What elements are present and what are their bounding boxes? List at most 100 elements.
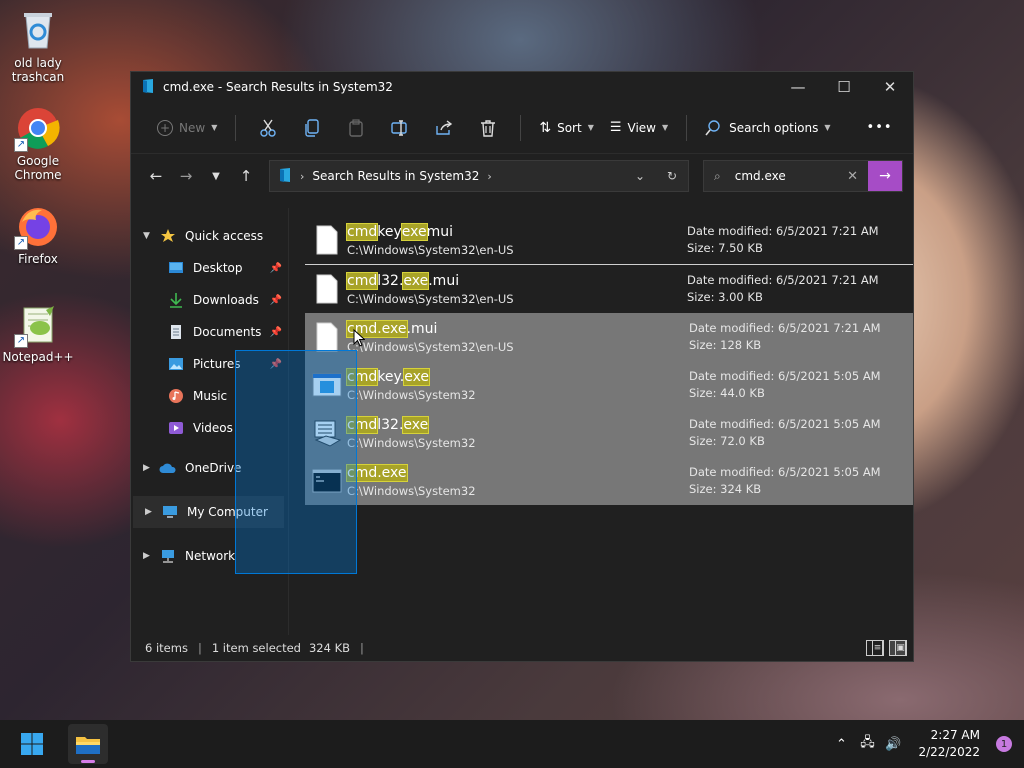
forward-button[interactable]: →: [171, 161, 201, 191]
file-path: C:\Windows\System32: [347, 435, 476, 450]
delete-button[interactable]: [472, 112, 504, 144]
network-status-icon[interactable]: 🖧: [854, 733, 880, 755]
file-size: 44.0 KB: [720, 386, 765, 400]
file-row[interactable]: cmdkeyexemui C:\Windows\System32\en-US D…: [305, 216, 911, 264]
pin-icon: 📌: [269, 326, 282, 338]
rename-button[interactable]: [384, 112, 416, 144]
search-input[interactable]: [734, 169, 835, 183]
desktop-folder-icon: [167, 260, 185, 276]
ellipsis-icon: •••: [866, 120, 893, 135]
file-row[interactable]: cmd.exe C:\Windows\System32 Date modifie…: [305, 457, 913, 505]
clipboard-icon: [349, 118, 364, 137]
nav-downloads[interactable]: Downloads 📌: [131, 284, 288, 316]
volume-icon[interactable]: 🔊: [880, 737, 906, 752]
details-view-button[interactable]: ≡: [866, 640, 884, 656]
nav-quick-access[interactable]: ▼ Quick access: [131, 220, 288, 252]
chrome-icon: ↗: [14, 106, 60, 152]
back-button[interactable]: ←: [141, 161, 171, 191]
paste-button[interactable]: [340, 112, 372, 144]
maximize-button[interactable]: ☐: [821, 72, 867, 102]
view-list-icon: ☰: [609, 120, 622, 135]
file-meta: Date modified: 6/5/2021 5:05 AM Size: 32…: [689, 465, 881, 496]
search-options-button[interactable]: Search options ▼: [697, 112, 838, 144]
nav-documents-label: Documents: [193, 325, 262, 339]
download-icon: [167, 292, 185, 308]
show-hidden-icons-button[interactable]: ⌃: [828, 737, 854, 752]
desktop-icon-notepad-plus-plus[interactable]: ↗ Notepad++: [0, 302, 76, 364]
pin-icon: 📌: [269, 262, 282, 274]
taskbar-file-explorer[interactable]: [68, 724, 108, 764]
plus-circle-icon: +: [157, 119, 173, 136]
cloud-icon: [159, 460, 177, 476]
arrow-right-icon: →: [879, 168, 891, 184]
new-button[interactable]: + New ▼: [149, 112, 225, 144]
recent-locations-button[interactable]: ▼: [201, 161, 231, 191]
details-view-icon: ≡: [872, 640, 883, 656]
share-button[interactable]: [428, 112, 460, 144]
view-button[interactable]: ☰ View ▼: [602, 112, 676, 144]
file-path: C:\Windows\System32\en-US: [347, 339, 514, 354]
toolbar-divider: [235, 114, 237, 141]
file-meta: Date modified: 6/5/2021 7:21 AM Size: 12…: [689, 321, 881, 352]
refresh-icon: ↻: [666, 169, 678, 183]
desktop-icon-chrome[interactable]: ↗ Google Chrome: [0, 106, 76, 182]
search-box[interactable]: ⌕ ✕ →: [703, 160, 903, 192]
file-path: C:\Windows\System32: [347, 387, 476, 402]
file-row[interactable]: cmdkey.exe C:\Windows\System32 Date modi…: [305, 361, 913, 409]
up-button[interactable]: ↑: [231, 161, 261, 191]
chevron-down-icon: ▼: [212, 170, 220, 182]
arrow-right-icon: →: [179, 167, 193, 185]
nav-network-label: Network: [185, 549, 236, 563]
network-icon: [159, 548, 177, 564]
address-bar[interactable]: › Search Results in System32 › ⌄ ↻: [269, 160, 689, 192]
notepad-plus-plus-icon: ↗: [14, 302, 60, 348]
file-row[interactable]: cmd.exe.mui C:\Windows\System32\en-US Da…: [305, 313, 913, 361]
system-tray: ⌃ 🖧 🔊 2:27 AM 2/22/2022 1: [828, 720, 1024, 768]
selection-marquee: [235, 350, 357, 574]
desktop-icon-recycle-bin[interactable]: old lady trashcan: [0, 8, 76, 84]
desktop-icon-firefox[interactable]: ↗ Firefox: [0, 204, 76, 266]
arrow-left-icon: ←: [149, 167, 163, 185]
file-meta: Date modified: 6/5/2021 7:21 AM Size: 7.…: [687, 224, 879, 255]
file-date-modified: 6/5/2021 5:05 AM: [778, 369, 881, 383]
arrow-up-icon: ↑: [239, 167, 253, 185]
nav-documents[interactable]: Documents 📌: [131, 316, 288, 348]
nav-music-label: Music: [193, 389, 228, 403]
active-app-indicator: [81, 760, 95, 763]
folder-blue-icon: [278, 167, 292, 186]
close-button[interactable]: ✕: [867, 72, 913, 102]
title-bar[interactable]: cmd.exe - Search Results in System32 — ☐…: [131, 72, 913, 102]
clear-search-button[interactable]: ✕: [847, 169, 858, 184]
nav-desktop[interactable]: Desktop 📌: [131, 252, 288, 284]
sort-button[interactable]: ⇅ Sort ▼: [531, 112, 602, 144]
minimize-button[interactable]: —: [775, 72, 821, 102]
more-options-button[interactable]: •••: [859, 112, 901, 144]
desktop-icon-label: Google: [16, 154, 60, 168]
shortcut-arrow-icon: ↗: [14, 138, 28, 152]
refresh-button[interactable]: ↻: [656, 169, 688, 183]
cut-button[interactable]: [252, 112, 284, 144]
generic-file-icon: [311, 271, 343, 307]
recycle-bin-icon: [16, 8, 60, 52]
toolbar-divider: [686, 114, 688, 141]
address-history-dropdown[interactable]: ⌄: [624, 169, 656, 183]
status-bar: 6 items | 1 item selected 324 KB | ≡ ▣: [131, 635, 913, 661]
clock-date: 2/22/2022: [918, 745, 980, 759]
file-row[interactable]: cmdl32.exe.mui C:\Windows\System32\en-US…: [305, 265, 911, 313]
file-meta: Date modified: 6/5/2021 5:05 AM Size: 44…: [689, 369, 881, 400]
clock[interactable]: 2:27 AM 2/22/2022: [918, 727, 980, 761]
file-name: cmd.exe.mui: [346, 319, 438, 338]
chevron-right-icon: ▶: [143, 551, 150, 561]
file-row[interactable]: cmdl32.exe C:\Windows\System32 Date modi…: [305, 409, 913, 457]
search-go-button[interactable]: →: [868, 161, 902, 191]
large-icons-view-button[interactable]: ▣: [889, 640, 907, 656]
view-label: View: [627, 120, 656, 135]
notification-badge[interactable]: 1: [996, 736, 1012, 752]
copy-button[interactable]: [296, 112, 328, 144]
chevron-down-icon: ⌄: [634, 169, 646, 183]
nav-videos-label: Videos: [193, 421, 233, 435]
start-button[interactable]: [12, 724, 52, 764]
breadcrumb-chevron-icon[interactable]: ›: [487, 170, 491, 183]
breadcrumb-search-results[interactable]: Search Results in System32: [312, 169, 479, 183]
clock-time: 2:27 AM: [930, 728, 980, 742]
